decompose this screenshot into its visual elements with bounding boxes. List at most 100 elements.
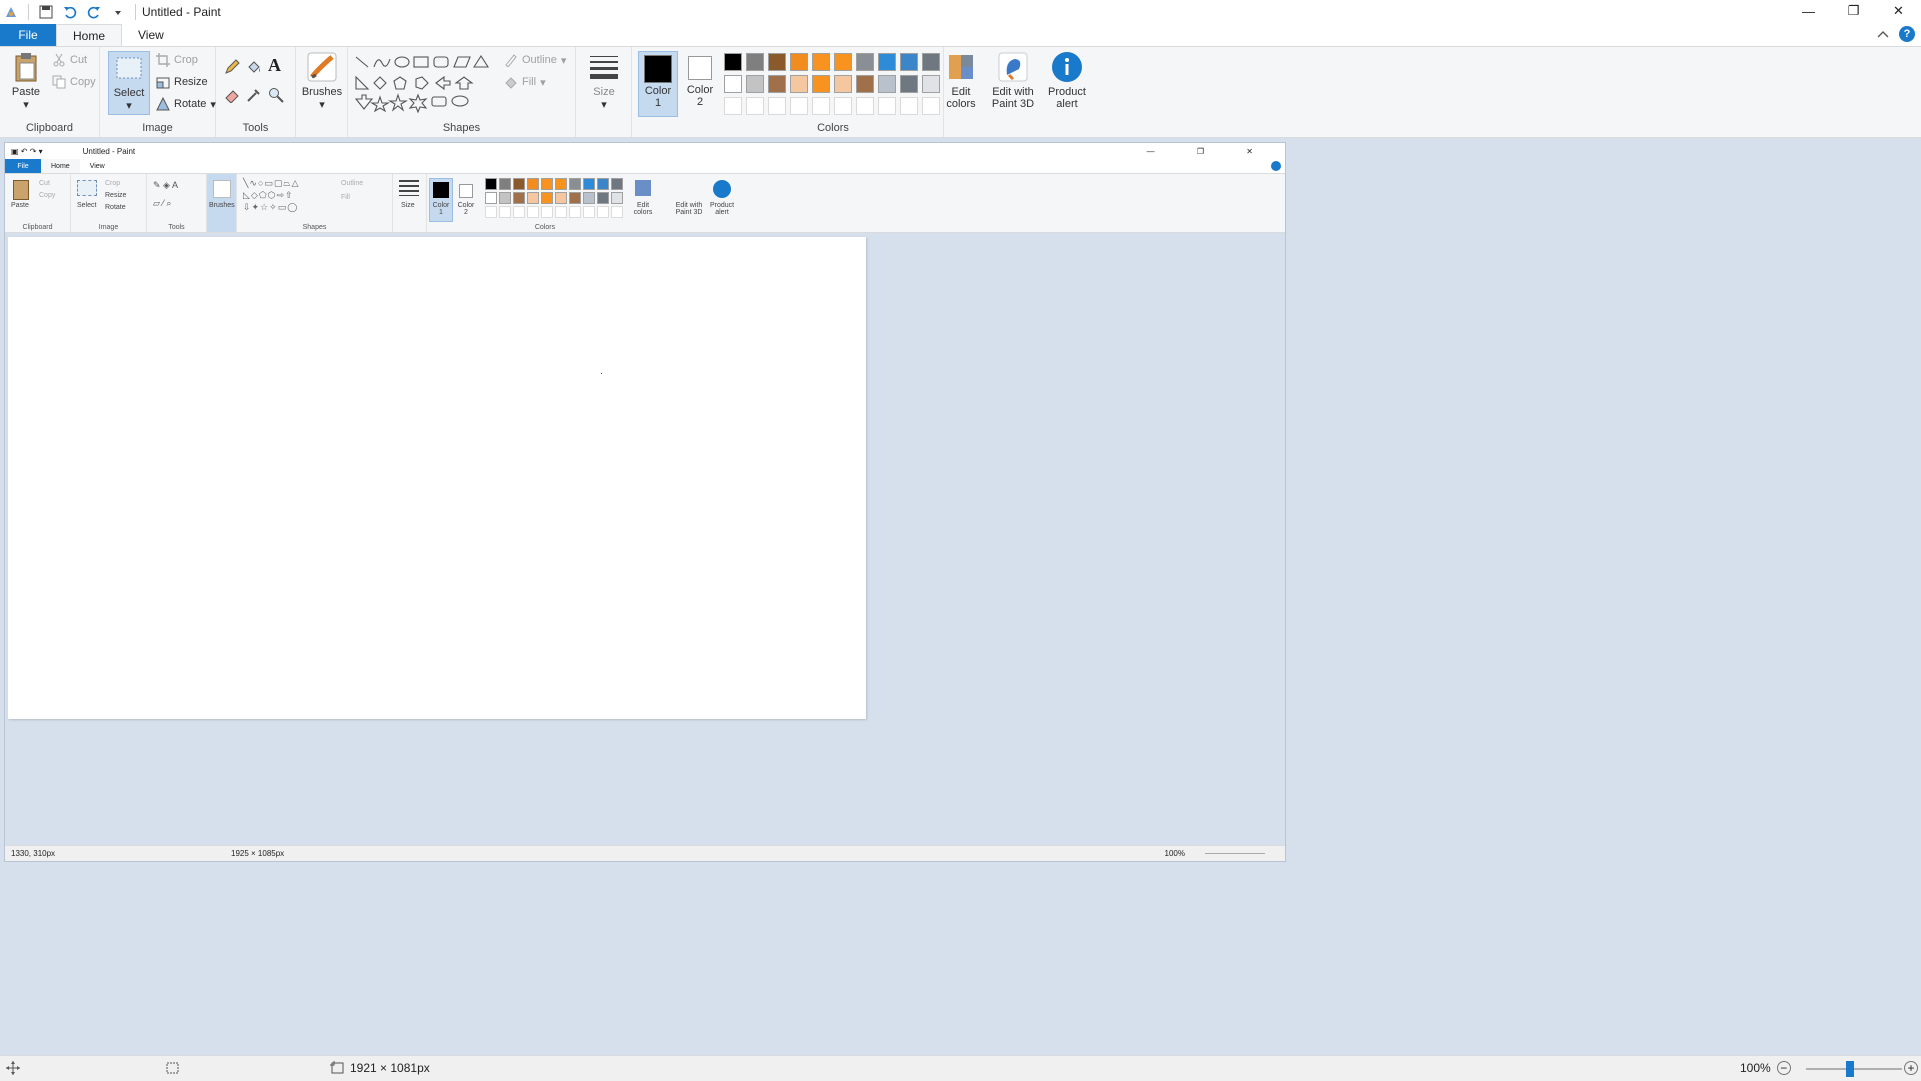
nested-status-bar: 1330, 310px 1925 × 1085px 100% [5, 845, 1285, 861]
nested-color-swatch [555, 178, 567, 190]
color-swatch[interactable] [812, 53, 830, 71]
fill-bucket-icon[interactable] [246, 59, 262, 75]
rotate-button[interactable]: Rotate ▾ [156, 97, 216, 111]
eraser-icon[interactable] [224, 87, 240, 103]
copy-button[interactable]: Copy [52, 75, 96, 89]
undo-icon[interactable] [63, 5, 77, 19]
cursor-move-icon [6, 1061, 20, 1075]
ribbon-tabs: File Home View ? [0, 24, 1921, 46]
brushes-button[interactable]: Brushes ▾ [298, 51, 346, 111]
nested-ribbon: Paste Cut Copy Clipboard Select Crop Res… [5, 173, 1285, 233]
paint-app-icon [6, 7, 16, 17]
custom-color-swatch[interactable] [790, 97, 808, 115]
zoom-out-button[interactable]: − [1776, 1061, 1791, 1075]
nested-clipboard-group: Paste Cut Copy Clipboard [5, 174, 71, 232]
product-alert-line1: Product [1048, 86, 1086, 98]
save-icon[interactable] [39, 5, 53, 19]
nested-outline-label: Outline [341, 180, 364, 187]
nested-color1-swatch [433, 182, 449, 198]
scissors-icon [53, 53, 65, 67]
pencil-icon[interactable] [224, 59, 240, 75]
zoom-in-button[interactable]: + [1904, 1061, 1918, 1075]
shapes-gallery-icon[interactable] [352, 53, 502, 113]
text-tool-icon[interactable]: A [268, 55, 281, 76]
brushes-dropdown-icon[interactable]: ▾ [319, 98, 325, 111]
color-swatch[interactable] [878, 53, 896, 71]
color-swatch[interactable] [922, 53, 940, 71]
paste-dropdown-icon[interactable]: ▾ [23, 98, 29, 111]
color-swatch[interactable] [790, 75, 808, 93]
nested-select-label: Select [77, 202, 97, 209]
color-swatch[interactable] [856, 53, 874, 71]
color-swatch[interactable] [900, 53, 918, 71]
fill-button[interactable]: Fill ▾ [504, 75, 546, 89]
color2-button[interactable]: Color 2 [680, 51, 720, 117]
color-swatch[interactable] [790, 53, 808, 71]
customize-qat-icon[interactable] [111, 5, 125, 19]
color-swatch[interactable] [900, 75, 918, 93]
nested-copy-label: Copy [39, 192, 56, 199]
nested-paint3d-label: Edit with Paint 3D [675, 202, 703, 216]
color-swatch[interactable] [812, 75, 830, 93]
help-icon[interactable]: ? [1899, 26, 1915, 42]
custom-color-swatch[interactable] [768, 97, 786, 115]
nested-brushes-group: Brushes [207, 174, 237, 232]
color2-label-line1: Color [686, 84, 714, 96]
color-swatch[interactable] [856, 75, 874, 93]
pasted-image-selection[interactable]: ▣ ↶ ↷ ▾ Untitled - Paint — ❐ ✕ File Home… [4, 142, 1286, 862]
minimize-button[interactable]: — [1786, 0, 1831, 22]
nested-color-swatch [513, 192, 525, 204]
color-swatch[interactable] [746, 53, 764, 71]
size-dropdown-icon[interactable]: ▾ [601, 98, 607, 111]
color-swatch[interactable] [768, 53, 786, 71]
product-alert-button[interactable]: Product alert [1044, 51, 1090, 110]
window-title: Untitled - Paint [142, 5, 221, 19]
color-picker-icon[interactable] [246, 87, 262, 103]
collapse-ribbon-icon[interactable] [1877, 29, 1889, 39]
color-wheel-icon [949, 55, 973, 79]
color-swatch[interactable] [834, 53, 852, 71]
select-dropdown-icon[interactable]: ▾ [126, 99, 132, 112]
magnifier-icon[interactable] [268, 87, 284, 103]
zoom-slider-thumb[interactable] [1846, 1061, 1854, 1077]
tab-view[interactable]: View [122, 24, 180, 46]
qat-divider [28, 4, 29, 20]
custom-color-swatch[interactable] [746, 97, 764, 115]
select-button[interactable]: Select ▾ [108, 51, 150, 115]
color-swatch[interactable] [724, 53, 742, 71]
zoom-slider[interactable] [1806, 1061, 1902, 1077]
nested-cursor-position: 1330, 310px [11, 849, 56, 858]
edit-colors-button[interactable]: Edit colors [940, 51, 982, 110]
color-swatch[interactable] [922, 75, 940, 93]
cut-button[interactable]: Cut [52, 53, 87, 67]
color-swatch[interactable] [746, 75, 764, 93]
custom-color-swatch[interactable] [856, 97, 874, 115]
custom-color-swatch[interactable] [878, 97, 896, 115]
canvas-workspace[interactable]: ▣ ↶ ↷ ▾ Untitled - Paint — ❐ ✕ File Home… [0, 138, 1921, 1055]
ribbon-right-controls: ? [1877, 26, 1915, 42]
redo-icon[interactable] [87, 5, 101, 19]
color1-button[interactable]: Color 1 [638, 51, 678, 117]
color-swatch[interactable] [768, 75, 786, 93]
crop-button[interactable]: Crop [156, 53, 198, 67]
color-swatch[interactable] [834, 75, 852, 93]
nested-tools-label: Tools [168, 224, 185, 231]
color-swatch[interactable] [878, 75, 896, 93]
outline-button[interactable]: Outline ▾ [504, 53, 566, 67]
custom-color-swatch[interactable] [834, 97, 852, 115]
tab-file[interactable]: File [0, 24, 56, 46]
resize-button[interactable]: Resize [156, 75, 208, 89]
custom-color-swatch[interactable] [922, 97, 940, 115]
custom-color-swatch[interactable] [724, 97, 742, 115]
color-swatch[interactable] [724, 75, 742, 93]
status-bar: 1921 × 1081px 100% − + [0, 1055, 1921, 1081]
custom-color-swatch[interactable] [900, 97, 918, 115]
close-button[interactable]: ✕ [1876, 0, 1921, 22]
restore-button[interactable]: ❐ [1831, 0, 1876, 22]
custom-color-swatch[interactable] [812, 97, 830, 115]
paste-button[interactable]: Paste ▾ [8, 51, 44, 111]
paint3d-button[interactable]: Edit with Paint 3D [988, 51, 1038, 110]
paint3d-line2: Paint 3D [991, 98, 1035, 110]
tab-home[interactable]: Home [56, 24, 123, 46]
size-button[interactable]: Size ▾ [584, 51, 624, 111]
